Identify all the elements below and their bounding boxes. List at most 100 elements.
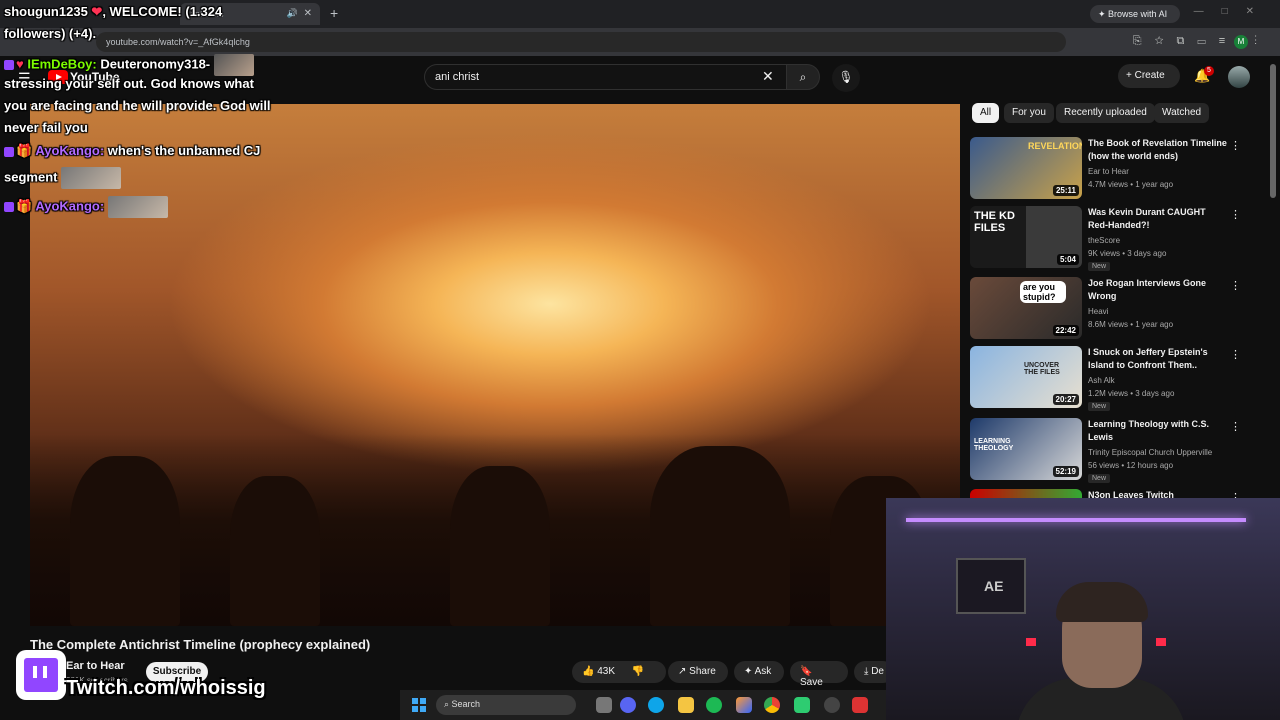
related-channel[interactable]: Heavi <box>1088 307 1108 316</box>
thumbs-up-icon[interactable]: 👍 <box>582 666 597 677</box>
app-icon[interactable] <box>794 697 810 713</box>
video-thumbnail[interactable]: REVELATION 25:11 <box>970 137 1082 199</box>
search-icon: ⌕ <box>444 699 452 709</box>
video-duration: 5:04 <box>1056 254 1079 265</box>
like-dislike-group[interactable]: 👍 43K 👎 <box>572 661 666 683</box>
related-meta: 9K views • 3 days ago <box>1088 249 1167 258</box>
share-icon: ↗ <box>678 666 690 677</box>
thumbnail-text: LEARNING THEOLOGY <box>974 438 1014 452</box>
new-badge: New <box>1088 402 1111 411</box>
led-light <box>1156 638 1166 646</box>
app-icon[interactable] <box>852 697 868 713</box>
spotify-icon[interactable] <box>706 697 722 713</box>
page-scrollbar[interactable] <box>1270 64 1276 198</box>
related-channel[interactable]: Ash Alk <box>1088 376 1115 385</box>
video-player[interactable] <box>30 104 960 626</box>
windows-start-icon[interactable] <box>412 698 426 712</box>
close-tab-icon[interactable]: ✕ <box>304 8 312 19</box>
chat-username: AyoKango: <box>35 198 105 214</box>
more-vert-icon[interactable]: ⋮ <box>1230 208 1241 221</box>
edge-icon[interactable] <box>648 697 664 713</box>
chat-message: segment <box>4 167 122 189</box>
screen: antichris 🔊 ✕ + ✦ Browse with AI —□✕ you… <box>0 0 1280 720</box>
chip-watched[interactable]: Watched <box>1154 103 1210 123</box>
video-thumbnail[interactable]: UNCOVER THE FILES 20:27 <box>970 346 1082 408</box>
chat-text: , WELCOME! (1.324 <box>102 4 223 19</box>
wall-poster: AE <box>956 558 1026 614</box>
gift-icon: 🎁 <box>16 198 33 214</box>
search-button[interactable]: ⌕ <box>786 64 820 90</box>
video-duration: 22:42 <box>1052 325 1079 336</box>
profile-avatar-icon[interactable]: M <box>1234 35 1248 49</box>
video-thumbnail[interactable]: THE KD FILES 5:04 <box>970 206 1082 268</box>
related-title[interactable]: The Book of Revelation Timeline (how the… <box>1088 137 1228 163</box>
search-icon: ⌕ <box>799 70 807 84</box>
related-channel[interactable]: theScore <box>1088 236 1120 245</box>
voice-search-button[interactable]: 🎙 <box>832 64 860 92</box>
chat-text: segment <box>4 169 58 185</box>
related-title[interactable]: Learning Theology with C.S. Lewis <box>1088 418 1228 444</box>
more-vert-icon[interactable]: ⋮ <box>1230 420 1241 433</box>
save-label: Save <box>800 677 823 688</box>
url-field[interactable]: youtube.com/watch?v=_AfGk4qlchg <box>96 32 1066 52</box>
more-vert-icon[interactable]: ⋮ <box>1230 348 1241 361</box>
account-avatar[interactable] <box>1228 66 1250 88</box>
like-count: 43K <box>597 666 616 677</box>
chrome-icon[interactable] <box>764 697 780 713</box>
related-title[interactable]: I Snuck on Jeffery Epstein's Island to C… <box>1088 346 1228 372</box>
browse-with-ai-button[interactable]: ✦ Browse with AI <box>1090 5 1180 23</box>
chat-message: followers) (+4). <box>4 26 97 41</box>
taskbar-search[interactable]: ⌕ Search <box>436 695 576 715</box>
related-channel[interactable]: Trinity Episcopal Church Upperville <box>1088 448 1212 457</box>
channel-name[interactable]: Ear to Hear <box>66 660 125 672</box>
related-video[interactable]: are you stupid? 22:42 Joe Rogan Intervie… <box>970 277 1260 343</box>
sparkle-icon: ✦ <box>744 666 755 677</box>
app-icon[interactable] <box>736 697 752 713</box>
create-button[interactable]: + Create <box>1118 64 1180 88</box>
video-duration: 20:27 <box>1052 394 1079 405</box>
ask-button[interactable]: ✦ Ask <box>734 661 784 683</box>
search-input[interactable]: ani christ <box>424 64 786 90</box>
related-video[interactable]: UNCOVER THE FILES 20:27 I Snuck on Jeffe… <box>970 346 1260 412</box>
taskbar-search-label: Search <box>451 699 481 709</box>
related-title[interactable]: Was Kevin Durant CAUGHT Red-Handed?! <box>1088 206 1228 232</box>
sub-badge-icon <box>4 202 14 212</box>
related-meta: 56 views • 12 hours ago <box>1088 461 1174 470</box>
chat-message: you are facing and he will provide. God … <box>4 98 271 113</box>
save-button[interactable]: 🔖 Save <box>790 661 848 688</box>
share-button[interactable]: ↗ Share <box>668 661 728 683</box>
related-video[interactable]: THE KD FILES 5:04 Was Kevin Durant CAUGH… <box>970 206 1260 272</box>
related-channel[interactable]: Ear to Hear <box>1088 167 1129 176</box>
thumbnail-text: REVELATION <box>1028 141 1082 151</box>
related-video[interactable]: LEARNING THEOLOGY 52:19 Learning Theolog… <box>970 418 1260 484</box>
chip-recently-uploaded[interactable]: Recently uploaded <box>1056 103 1155 123</box>
more-vert-icon[interactable]: ⋮ <box>1230 139 1241 152</box>
chat-username: IEmDeBoy: <box>27 56 97 72</box>
video-figure <box>450 466 550 626</box>
obs-icon[interactable] <box>824 697 840 713</box>
window-controls[interactable]: —□✕ <box>1194 6 1272 17</box>
bookmark-icon: 🔖 <box>800 666 813 677</box>
speaker-icon[interactable]: 🔊 <box>287 8 298 19</box>
discord-icon[interactable] <box>620 697 636 713</box>
thumbs-down-icon[interactable]: 👎 <box>632 666 644 677</box>
related-video[interactable]: REVELATION 25:11 The Book of Revelation … <box>970 137 1260 203</box>
file-explorer-icon[interactable] <box>678 697 694 713</box>
related-title[interactable]: Joe Rogan Interviews Gone Wrong <box>1088 277 1228 303</box>
chip-for-you[interactable]: For you <box>1004 103 1054 123</box>
streamer-webcam: AE <box>886 498 1280 720</box>
search-value: ani christ <box>435 71 480 83</box>
clear-search-icon[interactable]: ✕ <box>762 68 774 85</box>
video-thumbnail[interactable]: are you stupid? 22:42 <box>970 277 1082 339</box>
sub-badge-icon <box>4 60 14 70</box>
new-tab-icon[interactable]: + <box>330 5 338 21</box>
thumbnail-text: are you stupid? <box>1020 281 1066 303</box>
chat-message: stressing your self out. God knows what <box>4 76 254 91</box>
sparkle-icon: ✦ <box>1098 9 1109 19</box>
chip-all[interactable]: All <box>972 103 1000 123</box>
browser-toolbar-icons[interactable]: ⎘☆⧉▭≡ ⋮ <box>1133 35 1270 48</box>
task-view-icon[interactable] <box>596 697 612 713</box>
chat-text: Deuteronomy318- <box>96 56 211 72</box>
more-vert-icon[interactable]: ⋮ <box>1230 279 1241 292</box>
video-thumbnail[interactable]: LEARNING THEOLOGY 52:19 <box>970 418 1082 480</box>
